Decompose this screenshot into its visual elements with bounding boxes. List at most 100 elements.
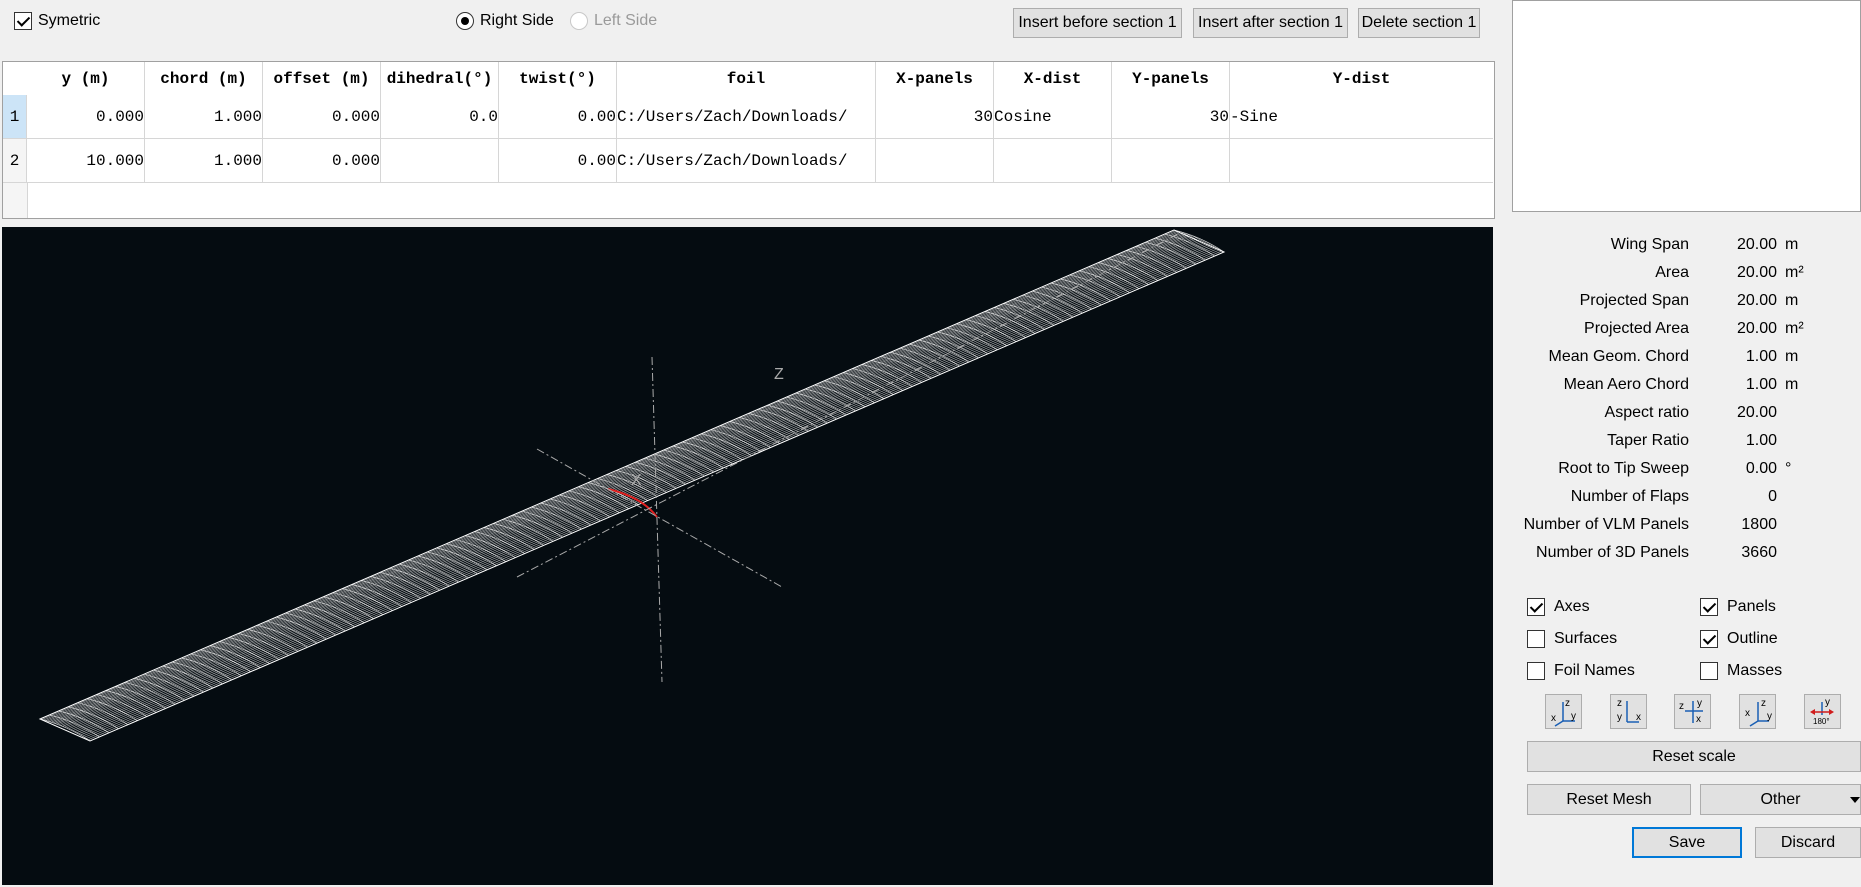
col-header-chord[interactable]: chord (m) — [145, 62, 263, 95]
cell-y[interactable]: 0.000 — [27, 95, 145, 139]
svg-text:z: z — [1679, 701, 1684, 712]
axes-checkbox[interactable]: Axes — [1527, 598, 1590, 616]
property-label: Area — [1655, 264, 1689, 281]
cell-offset[interactable]: 0.000 — [263, 95, 381, 139]
right-side-radio-dot[interactable] — [456, 12, 474, 30]
foil-preview-panel — [1512, 0, 1861, 212]
property-value: 20.00 — [1736, 404, 1777, 421]
cell-foil[interactable]: C:/Users/Zach/Downloads/ — [617, 139, 876, 183]
col-header-y[interactable]: y (m) — [27, 62, 145, 95]
property-value: 1.00 — [1745, 432, 1777, 449]
delete-section-button[interactable]: Delete section 1 — [1358, 8, 1480, 38]
cell-foil[interactable]: C:/Users/Zach/Downloads/ — [617, 95, 876, 139]
panels-checkbox[interactable]: Panels — [1700, 598, 1776, 616]
masses-check-box[interactable] — [1700, 662, 1718, 680]
cell-y-panels[interactable] — [1112, 139, 1230, 183]
property-value: 20.00 — [1736, 320, 1777, 337]
masses-label: Masses — [1727, 662, 1783, 679]
table-row[interactable]: 2 10.000 1.000 0.000 0.00 C:/Users/Zach/… — [3, 139, 1493, 183]
property-value: 20.00 — [1736, 292, 1777, 309]
col-header-x-dist[interactable]: X-dist — [994, 62, 1112, 95]
x-axis-line — [536, 448, 783, 588]
iso-view-icon: z x y — [1551, 698, 1576, 727]
discard-button[interactable]: Discard — [1755, 827, 1861, 858]
cell-dihedral[interactable] — [381, 139, 499, 183]
col-header-dihedral[interactable]: dihedral(°) — [381, 62, 499, 95]
svg-text:x: x — [1636, 712, 1641, 723]
front-view-button[interactable]: z y x — [1610, 694, 1647, 729]
flip-view-button[interactable]: y 180° — [1804, 694, 1841, 729]
col-header-twist[interactable]: twist(°) — [499, 62, 617, 95]
col-header-y-panels[interactable]: Y-panels — [1112, 62, 1230, 95]
3d-viewport[interactable]: Z X — [2, 227, 1493, 885]
svg-text:y: y — [1825, 697, 1830, 708]
empty-row-header — [3, 183, 28, 218]
foil-names-checkbox[interactable]: Foil Names — [1527, 662, 1635, 680]
axes-check-box[interactable] — [1527, 598, 1545, 616]
foil-names-check-box[interactable] — [1527, 662, 1545, 680]
top-view-button[interactable]: z x y — [1739, 694, 1776, 729]
reset-scale-button[interactable]: Reset scale — [1527, 741, 1861, 772]
cell-dihedral[interactable]: 0.0 — [381, 95, 499, 139]
col-header-x-panels[interactable]: X-panels — [876, 62, 994, 95]
table-row[interactable]: 1 0.000 1.000 0.000 0.0 0.00 C:/Users/Za… — [3, 95, 1493, 139]
chevron-down-icon — [1850, 797, 1860, 803]
z-axis-line — [651, 356, 663, 683]
cell-twist[interactable]: 0.00 — [499, 139, 617, 183]
surfaces-check-box[interactable] — [1527, 630, 1545, 648]
cell-chord[interactable]: 1.000 — [145, 95, 263, 139]
property-value: 20.00 — [1736, 236, 1777, 253]
masses-checkbox[interactable]: Masses — [1700, 662, 1782, 680]
cell-x-panels[interactable] — [876, 139, 994, 183]
reset-mesh-button[interactable]: Reset Mesh — [1527, 784, 1691, 815]
cell-x-dist[interactable]: Cosine — [994, 95, 1112, 139]
cell-y[interactable]: 10.000 — [27, 139, 145, 183]
sections-table[interactable]: y (m) chord (m) offset (m) dihedral(°) t… — [2, 61, 1495, 219]
side-view-button[interactable]: y z x — [1674, 694, 1711, 729]
outline-checkbox[interactable]: Outline — [1700, 630, 1778, 648]
axes-label: Axes — [1554, 598, 1590, 615]
col-header-foil[interactable]: foil — [617, 62, 876, 95]
svg-text:x: x — [1745, 708, 1750, 719]
right-side-label: Right Side — [480, 12, 554, 29]
left-side-radio-dot[interactable] — [570, 12, 588, 30]
property-unit: m² — [1785, 264, 1804, 281]
cell-x-panels[interactable]: 30 — [876, 95, 994, 139]
property-unit: m² — [1785, 320, 1804, 337]
col-header-offset[interactable]: offset (m) — [263, 62, 381, 95]
cell-chord[interactable]: 1.000 — [145, 139, 263, 183]
property-label: Mean Aero Chord — [1563, 376, 1689, 393]
flip-view-icon: y 180° — [1810, 697, 1834, 726]
wing-mesh-view[interactable]: Z X — [2, 227, 1493, 885]
panels-check-box[interactable] — [1700, 598, 1718, 616]
col-header-y-dist[interactable]: Y-dist — [1230, 62, 1493, 95]
right-side-radio[interactable]: Right Side — [456, 12, 554, 30]
left-side-radio[interactable]: Left Side — [570, 12, 657, 30]
insert-before-button[interactable]: Insert before section 1 — [1013, 8, 1182, 38]
axis-label-x: X — [631, 472, 642, 489]
cell-y-dist[interactable]: -Sine — [1230, 95, 1493, 139]
axis-label-z: Z — [774, 366, 784, 383]
cell-y-panels[interactable]: 30 — [1112, 95, 1230, 139]
outline-check-box[interactable] — [1700, 630, 1718, 648]
property-value: 1.00 — [1745, 376, 1777, 393]
symmetric-check-box[interactable] — [14, 12, 32, 30]
insert-after-button[interactable]: Insert after section 1 — [1193, 8, 1348, 38]
property-value: 1800 — [1741, 516, 1777, 533]
cell-y-dist[interactable] — [1230, 139, 1493, 183]
save-button[interactable]: Save — [1632, 827, 1742, 858]
cell-offset[interactable]: 0.000 — [263, 139, 381, 183]
iso-view-button[interactable]: z x y — [1545, 694, 1582, 729]
axes — [516, 231, 1183, 683]
property-label: Number of 3D Panels — [1536, 544, 1689, 561]
property-value: 0.00 — [1745, 460, 1777, 477]
cell-x-dist[interactable] — [994, 139, 1112, 183]
property-label: Projected Span — [1579, 292, 1689, 309]
corner-cell — [3, 62, 27, 95]
cell-twist[interactable]: 0.00 — [499, 95, 617, 139]
row-number[interactable]: 2 — [3, 139, 27, 183]
surfaces-checkbox[interactable]: Surfaces — [1527, 630, 1617, 648]
other-dropdown-button[interactable]: Other — [1700, 784, 1861, 815]
symmetric-checkbox[interactable]: Symetric — [14, 12, 100, 30]
row-number[interactable]: 1 — [3, 95, 27, 139]
